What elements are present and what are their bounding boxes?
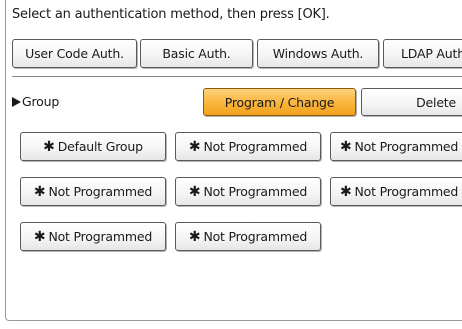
group-button-label: Not Programmed <box>48 229 153 244</box>
program-change-label: Program / Change <box>224 94 335 110</box>
instruction-text: Select an authentication method, then pr… <box>12 7 330 22</box>
tab-label: LDAP Auth <box>401 46 462 61</box>
group-button-label: Not Programmed <box>354 184 459 199</box>
group-button-6[interactable]: ✱ Not Programmed <box>330 177 462 206</box>
group-heading: Group <box>12 94 59 109</box>
tab-windows-auth[interactable]: Windows Auth. <box>257 39 379 68</box>
program-change-button[interactable]: Program / Change <box>203 88 356 116</box>
tab-label: User Code Auth. <box>25 46 124 61</box>
group-button-2[interactable]: ✱ Not Programmed <box>175 132 321 161</box>
tab-label: Basic Auth. <box>162 46 231 61</box>
group-button-label: Not Programmed <box>48 184 153 199</box>
group-button-label: Not Programmed <box>203 139 308 154</box>
tab-basic-auth[interactable]: Basic Auth. <box>140 39 253 68</box>
tab-label: Windows Auth. <box>272 46 364 61</box>
section-divider <box>12 76 462 77</box>
group-button-label: Default Group <box>57 139 143 154</box>
group-button-label: Not Programmed <box>354 139 459 154</box>
auth-screen: Select an authentication method, then pr… <box>0 0 462 329</box>
delete-label: Delete <box>416 94 456 110</box>
star-icon: ✱ <box>188 228 201 245</box>
star-icon: ✱ <box>33 228 46 245</box>
star-icon: ✱ <box>188 138 201 155</box>
delete-button[interactable]: Delete <box>361 88 462 116</box>
group-button-default[interactable]: ✱ Default Group <box>20 132 166 161</box>
group-button-label: Not Programmed <box>203 184 308 199</box>
star-icon: ✱ <box>340 138 352 155</box>
group-button-7[interactable]: ✱ Not Programmed <box>20 222 166 251</box>
group-button-3[interactable]: ✱ Not Programmed <box>330 132 462 161</box>
star-icon: ✱ <box>33 183 46 200</box>
star-icon: ✱ <box>188 183 201 200</box>
group-button-label: Not Programmed <box>203 229 308 244</box>
group-label: Group <box>22 94 60 109</box>
triangle-right-icon <box>12 96 21 107</box>
group-button-4[interactable]: ✱ Not Programmed <box>20 177 166 206</box>
tab-user-code-auth[interactable]: User Code Auth. <box>12 39 137 68</box>
group-button-8[interactable]: ✱ Not Programmed <box>175 222 321 251</box>
star-icon: ✱ <box>340 183 352 200</box>
tab-ldap-auth[interactable]: LDAP Auth <box>383 39 462 68</box>
group-button-5[interactable]: ✱ Not Programmed <box>175 177 321 206</box>
star-icon: ✱ <box>43 138 55 155</box>
